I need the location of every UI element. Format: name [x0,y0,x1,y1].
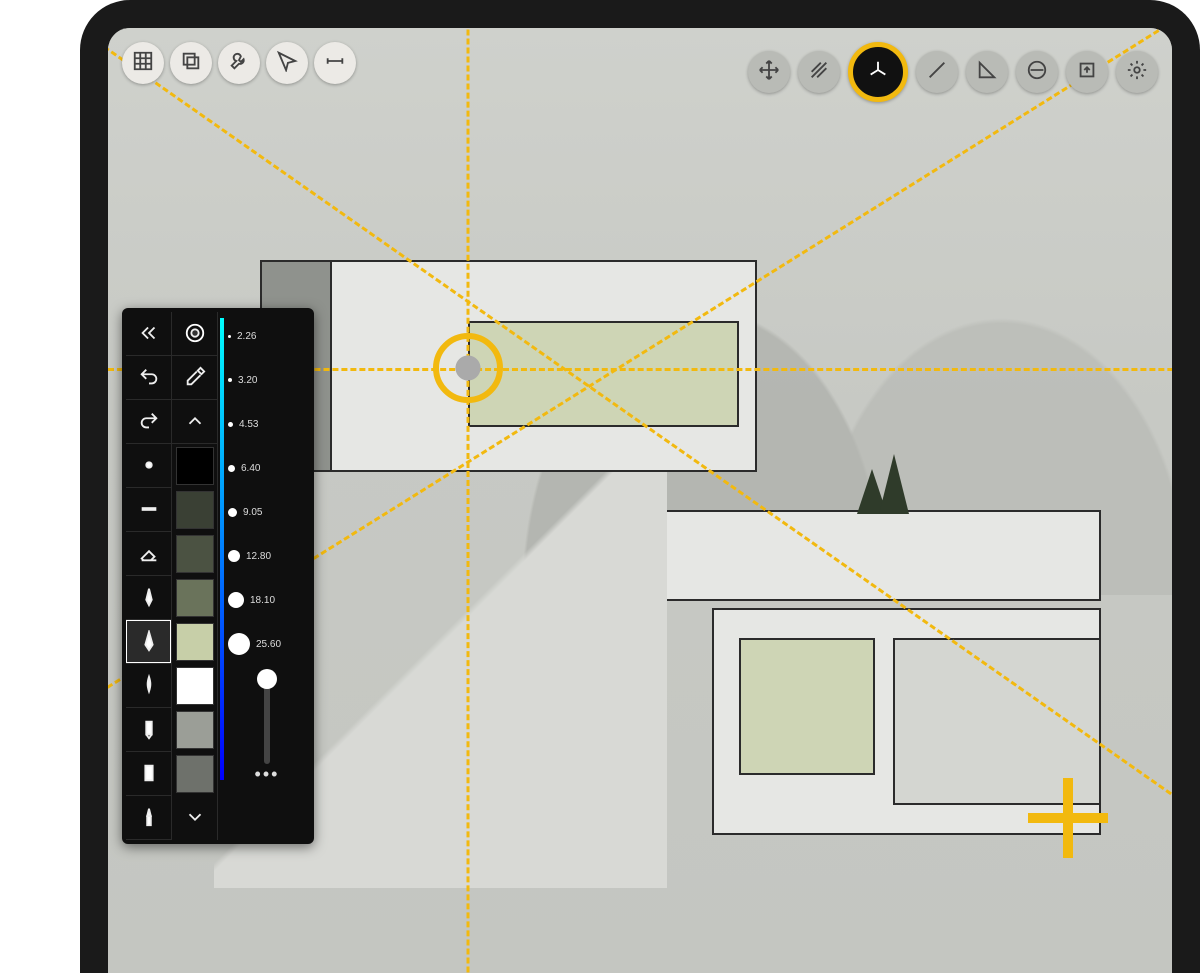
swatch-grey[interactable] [176,711,214,749]
line-button[interactable] [916,51,958,93]
drawing-canvas[interactable]: 2.26 3.20 4.53 6.40 9.05 12.80 18.10 25.… [108,28,1172,973]
swatch-pale-green[interactable] [176,623,214,661]
undo-button[interactable] [126,356,171,400]
gear-icon [1126,59,1148,86]
fine-pen-button[interactable] [126,576,171,620]
grid-icon [132,50,154,77]
line-icon [926,59,948,86]
size-value: 25.60 [256,639,281,650]
wrench-icon [228,50,250,77]
brush-size-1[interactable]: 2.26 [228,314,306,358]
size-value: 3.20 [238,375,257,386]
size-value: 2.26 [237,331,256,342]
disable-button[interactable] [1016,51,1058,93]
brush-pen-button[interactable] [126,664,171,708]
pen-icon [138,586,160,610]
tree-icon [857,434,917,514]
toolbar-top-right [748,42,1158,102]
size-value: 18.10 [250,595,275,606]
swatch-sage[interactable] [176,579,214,617]
ruler-icon [324,50,346,77]
brush-size-6[interactable]: 12.80 [228,534,306,578]
size-value: 9.05 [243,507,262,518]
eraser-button[interactable] [126,532,171,576]
move-icon [758,59,780,86]
cursor-icon [276,50,298,77]
tools-button[interactable] [218,42,260,84]
brush-size-2[interactable]: 3.20 [228,358,306,402]
layers-button[interactable] [170,42,212,84]
perspective-button[interactable] [848,42,908,102]
swatch-black[interactable] [176,447,214,485]
export-button[interactable] [1066,51,1108,93]
brush-size-7[interactable]: 18.10 [228,578,306,622]
redo-icon [138,410,160,434]
undo-icon [138,366,160,390]
perspective-guide-vertical [467,30,470,973]
brush-size-5[interactable]: 9.05 [228,490,306,534]
dot-icon [138,454,160,478]
measure-button[interactable] [314,42,356,84]
swatch-dark-grey[interactable] [176,755,214,793]
triangle-icon [976,59,998,86]
redo-button[interactable] [126,400,171,444]
color-wheel-button[interactable] [172,312,217,356]
building-drawing [214,170,1118,926]
no-entry-icon [1026,59,1048,86]
eraser-icon [138,542,160,566]
hline-icon [138,498,160,522]
more-button[interactable]: ••• [228,764,306,792]
navigate-button[interactable] [266,42,308,84]
size-value: 6.40 [241,463,260,474]
swatch-olive[interactable] [176,535,214,573]
size-gradient-bar [220,318,224,780]
flat-marker-icon [138,762,160,786]
color-wheel-icon [184,322,206,346]
brush-size-4[interactable]: 6.40 [228,446,306,490]
brush-panel: 2.26 3.20 4.53 6.40 9.05 12.80 18.10 25.… [122,308,314,844]
dot-brush-button[interactable] [126,444,171,488]
eyedropper-icon [184,366,206,390]
scroll-up-button[interactable] [172,400,217,444]
brush-size-8[interactable]: 25.60 [228,622,306,666]
swatch-white[interactable] [176,667,214,705]
brush-size-3[interactable]: 4.53 [228,402,306,446]
pencil-icon [138,630,160,654]
opacity-slider[interactable] [264,674,270,764]
hatch-icon [808,59,830,86]
settings-button[interactable] [1116,51,1158,93]
flat-marker-button[interactable] [126,752,171,796]
device-frame: 2.26 3.20 4.53 6.40 9.05 12.80 18.10 25.… [80,0,1200,973]
marker-icon [138,718,160,742]
line-brush-button[interactable] [126,488,171,532]
chevron-down-icon [184,806,206,830]
brush-icon [138,674,160,698]
toolbar-top-left [122,42,356,84]
chevron-up-icon [184,410,206,434]
airbrush-icon [138,806,160,830]
vanishing-point-primary[interactable] [433,333,503,403]
eyedropper-button[interactable] [172,356,217,400]
scroll-down-button[interactable] [172,796,217,840]
pencil-button[interactable] [126,620,171,664]
swatch-dark-olive[interactable] [176,491,214,529]
export-icon [1076,59,1098,86]
grid-button[interactable] [122,42,164,84]
collapse-button[interactable] [126,312,171,356]
marker-button[interactable] [126,708,171,752]
triangle-ruler-button[interactable] [966,51,1008,93]
chevrons-left-icon [138,322,160,346]
airbrush-button[interactable] [126,796,171,840]
move3d-button[interactable] [748,51,790,93]
size-value: 4.53 [239,419,258,430]
size-value: 12.80 [246,551,271,562]
layers-icon [180,50,202,77]
hatch-button[interactable] [798,51,840,93]
slider-thumb[interactable] [257,669,277,689]
perspective-icon [867,59,889,86]
